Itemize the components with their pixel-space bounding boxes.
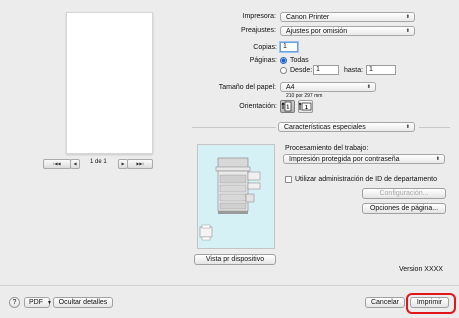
popup-arrows-icon: ⬍ (405, 28, 410, 34)
paper-dimensions: 210 por 297 mm (286, 93, 323, 99)
pages-from-label: Desde: (290, 67, 313, 74)
page-indicator: 1 de 1 (90, 159, 107, 165)
printer-view-button[interactable]: Vista pr dispositivo (194, 254, 276, 265)
pages-all-radio[interactable] (280, 57, 287, 64)
pages-label: Páginas: (249, 57, 277, 64)
help-button[interactable]: ? (9, 297, 20, 308)
prev-page-button[interactable]: ◀ (70, 159, 80, 169)
svg-text:1: 1 (305, 105, 308, 111)
pages-to-field[interactable]: 1 (366, 65, 396, 75)
landscape-icon: 1 (298, 102, 312, 111)
printer-illustration-panel (197, 144, 275, 249)
copies-field[interactable]: 1 (280, 42, 298, 52)
popup-arrows-icon: ⬍ (366, 84, 371, 90)
section-value: Características especiales (284, 124, 366, 131)
hide-details-button[interactable]: Ocultar detalles (53, 297, 113, 308)
page-options-button[interactable]: Opciones de página... (362, 203, 446, 214)
printer-device-icon (199, 157, 261, 241)
separator-right (419, 127, 450, 128)
paper-size-label: Tamaño del papel: (218, 84, 276, 91)
first-page-button[interactable]: I◀◀ (43, 159, 71, 169)
popup-arrows-icon: ⬍ (405, 124, 410, 130)
printer-label: Impresora: (242, 13, 276, 20)
last-page-button[interactable]: ▶▶I (127, 159, 153, 169)
cancel-button[interactable]: Cancelar (365, 297, 405, 308)
pages-from-field[interactable]: 1 (313, 65, 339, 75)
version-text: Version XXXX (399, 266, 443, 273)
paper-size-value: A4 (286, 84, 295, 91)
presets-select[interactable]: Ajustes por omisión ⬍ (280, 26, 415, 36)
pages-all-label: Todas (290, 57, 309, 64)
pdf-label: PDF (29, 299, 43, 306)
dept-id-label: Utilizar administración de ID de departa… (295, 176, 438, 183)
job-processing-value: Impresión protegida por contraseña (289, 156, 400, 163)
copies-label: Copias: (253, 44, 277, 51)
page-preview (66, 12, 153, 154)
pages-to-label: hasta: (344, 67, 364, 74)
configuration-button[interactable]: Configuración... (362, 188, 446, 199)
footer-separator (0, 285, 459, 286)
job-processing-label: Procesamiento del trabajo: (285, 145, 369, 152)
orientation-portrait-button[interactable]: 1 (280, 100, 295, 113)
presets-label: Preajustes: (240, 27, 276, 34)
svg-text:1: 1 (286, 105, 289, 111)
print-button[interactable]: Imprimir (410, 297, 449, 308)
popup-arrows-icon: ⬍ (405, 14, 410, 20)
presets-value: Ajustes por omisión (286, 28, 348, 35)
printer-value: Canon Printer (286, 14, 330, 21)
section-select[interactable]: Características especiales ⬍ (278, 122, 415, 132)
pages-range-radio[interactable] (280, 67, 287, 74)
separator-left (192, 127, 276, 128)
paper-size-select[interactable]: A4 ⬍ (280, 82, 376, 92)
job-processing-select[interactable]: Impresión protegida por contraseña ⬍ (283, 154, 445, 164)
chevron-down-icon: ▼ (46, 300, 52, 306)
orientation-label: Orientación: (239, 103, 277, 110)
pdf-menu-button[interactable]: PDF ▼ (24, 297, 52, 308)
popup-arrows-icon: ⬍ (435, 156, 440, 162)
dept-id-checkbox[interactable] (285, 176, 292, 183)
portrait-icon: 1 (281, 101, 292, 112)
orientation-landscape-button[interactable]: 1 (298, 100, 313, 113)
printer-select[interactable]: Canon Printer ⬍ (280, 12, 415, 22)
